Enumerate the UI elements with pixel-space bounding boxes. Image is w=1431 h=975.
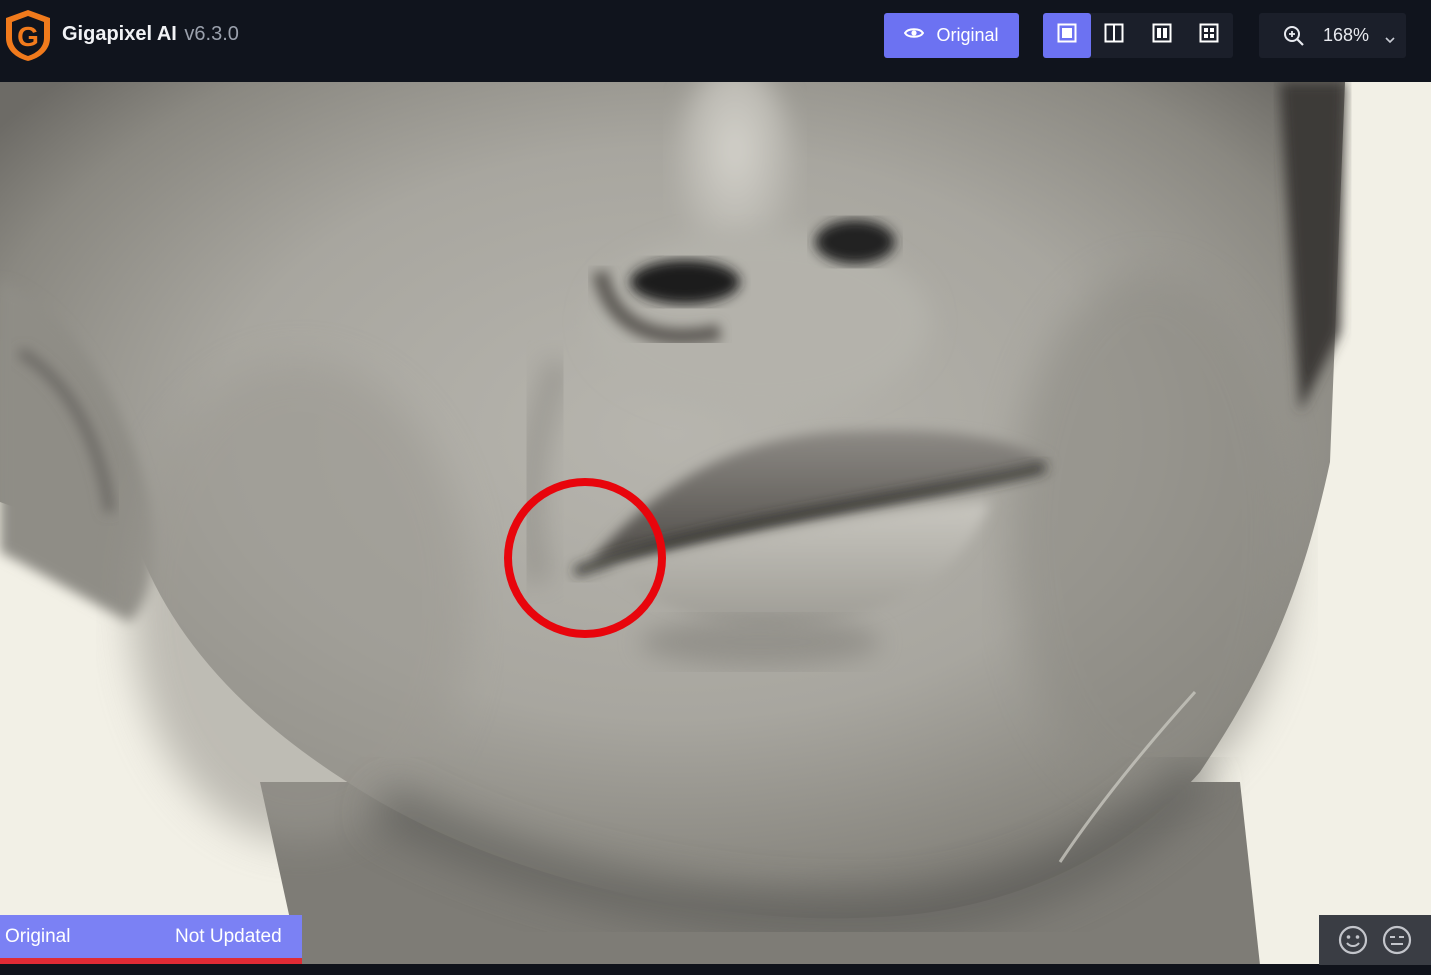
image-preview-canvas[interactable] <box>0 82 1431 965</box>
portrait-photo <box>0 82 1431 965</box>
single-view-button[interactable] <box>1043 13 1091 58</box>
top-toolbar: G Gigapixel AI v6.3.0 Original 168% <box>0 0 1431 82</box>
app-title: Gigapixel AI v6.3.0 <box>62 23 239 46</box>
smile-icon[interactable] <box>1337 924 1369 956</box>
original-toggle-button[interactable]: Original <box>884 13 1019 58</box>
grid-view-button[interactable] <box>1186 13 1234 58</box>
app-name: Gigapixel AI <box>62 23 177 45</box>
annotation-circle <box>504 478 666 638</box>
zoom-level: 168% <box>1323 25 1370 45</box>
zoom-selector[interactable]: 168% <box>1259 13 1406 58</box>
app-version: v6.3.0 <box>184 23 239 45</box>
status-original-label: Original <box>5 926 71 947</box>
single-view-icon <box>1057 23 1077 48</box>
bottom-edge <box>0 964 1431 975</box>
grid-view-icon <box>1199 23 1219 48</box>
svg-text:G: G <box>17 21 39 52</box>
view-mode-group <box>1043 13 1233 58</box>
comparison-status-bar: Original Not Updated <box>0 915 302 960</box>
chevron-down-icon <box>1385 31 1395 49</box>
eye-icon <box>904 26 925 45</box>
original-button-label: Original <box>936 25 999 45</box>
split-view-button[interactable] <box>1091 13 1139 58</box>
zoom-in-icon <box>1283 25 1305 52</box>
side-by-side-view-icon <box>1152 23 1172 48</box>
app-logo: G <box>2 8 54 62</box>
neutral-face-icon[interactable] <box>1381 924 1413 956</box>
gigapixel-app-window: G Gigapixel AI v6.3.0 Original 168% Orig… <box>0 0 1431 975</box>
side-by-side-view-button[interactable] <box>1138 13 1186 58</box>
split-view-icon <box>1104 23 1124 48</box>
feedback-panel <box>1319 915 1431 965</box>
status-update-label: Not Updated <box>175 926 282 947</box>
